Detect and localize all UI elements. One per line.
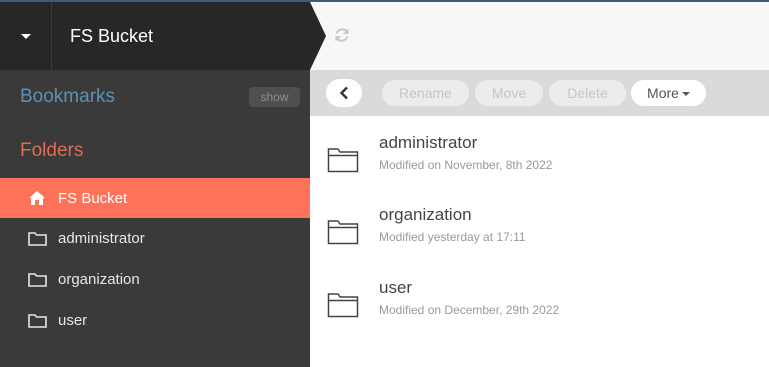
rename-button[interactable]: Rename [382, 80, 469, 106]
header-title: FS Bucket [70, 26, 154, 46]
delete-button[interactable]: Delete [549, 80, 626, 106]
file-name: administrator [379, 133, 478, 152]
list-item[interactable]: administrator Modified on November, 8th … [310, 133, 769, 193]
bookmarks-heading[interactable]: Bookmarks [20, 86, 115, 108]
file-modified: Modified yesterday at 17:11 [379, 230, 526, 244]
sidebar-item-label: organization [58, 270, 140, 288]
folder-icon [25, 310, 49, 330]
sidebar-item-label: administrator [58, 229, 145, 247]
list-item[interactable]: organization Modified yesterday at 17:11 [310, 205, 769, 265]
file-name: organization [379, 205, 472, 224]
folder-icon [327, 147, 359, 178]
move-button[interactable]: Move [475, 80, 543, 106]
header-right-area [310, 2, 769, 70]
home-icon [25, 188, 49, 208]
folders-heading: Folders [20, 140, 84, 161]
header-left: FS Bucket [0, 2, 310, 70]
caret-down-icon [20, 33, 31, 39]
folder-icon [327, 219, 359, 250]
file-modified: Modified on December, 29th 2022 [379, 303, 560, 317]
sidebar-item-user[interactable]: user [0, 300, 310, 340]
chevron-left-icon [339, 86, 348, 100]
more-label: More [647, 85, 679, 101]
folder-icon [25, 269, 49, 289]
caret-down-icon [681, 92, 690, 97]
menu-dropdown-button[interactable] [0, 2, 52, 70]
more-dropdown-button[interactable]: More [631, 80, 706, 106]
sidebar-item-fs-bucket[interactable]: FS Bucket [0, 178, 310, 218]
back-button[interactable] [326, 79, 362, 107]
sidebar: Bookmarks show Folders FS Bucket adminis… [0, 70, 310, 367]
file-modified: Modified on November, 8th 2022 [379, 158, 553, 172]
folder-icon [327, 292, 359, 323]
list-item[interactable]: user Modified on December, 29th 2022 [310, 278, 769, 338]
show-bookmarks-button[interactable]: show [249, 87, 300, 107]
sidebar-item-administrator[interactable]: administrator [0, 218, 310, 258]
refresh-icon[interactable] [333, 26, 351, 49]
sidebar-item-label: user [58, 311, 88, 329]
folder-icon [25, 228, 49, 248]
header-breadcrumb-arrow [310, 2, 326, 70]
sidebar-item-label: FS Bucket [58, 189, 128, 207]
file-name: user [379, 278, 413, 297]
toolbar: Rename Move Delete More [310, 70, 769, 116]
sidebar-item-organization[interactable]: organization [0, 259, 310, 299]
